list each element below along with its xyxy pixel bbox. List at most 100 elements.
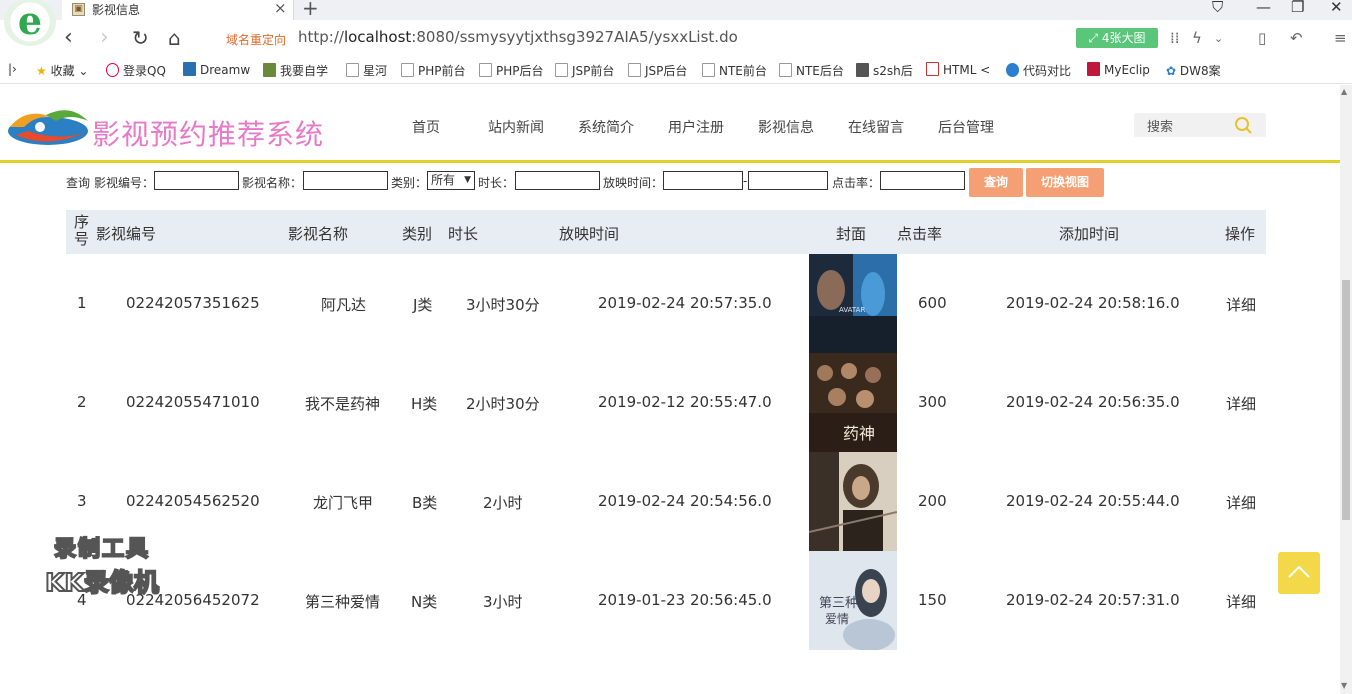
bookmark-item[interactable]: 代码对比	[1006, 62, 1071, 79]
back-to-top-button[interactable]	[1278, 552, 1320, 594]
bookmarks-toggle-icon[interactable]: |›	[8, 62, 17, 76]
bookmark-item[interactable]: JSP前台	[555, 62, 614, 79]
name-input[interactable]	[303, 171, 388, 190]
back-icon[interactable]: ‹	[64, 26, 73, 50]
page-icon	[628, 63, 641, 77]
bookmark-item[interactable]: ✿ DW8案	[1166, 62, 1221, 79]
switch-view-button[interactable]: 切换视图	[1026, 168, 1104, 197]
nav-register[interactable]: 用户注册	[668, 117, 724, 137]
menu-icon[interactable]: ≡	[1334, 29, 1347, 47]
cover-image-flying-swords[interactable]	[809, 452, 897, 551]
undo-icon[interactable]: ↶	[1290, 29, 1303, 47]
cell-name: 我不是药神	[305, 395, 381, 413]
svg-text:AVATAR: AVATAR	[839, 306, 865, 314]
browser-tab[interactable]: ▣ 影视信息 ×	[62, 0, 294, 20]
cell-name: 第三种爱情	[305, 593, 381, 611]
grid-icon[interactable]: ⁞⁞	[1170, 29, 1180, 47]
detail-link[interactable]: 详细	[1226, 492, 1256, 513]
minimize-icon[interactable]: —	[1256, 0, 1271, 16]
cell-category: B类	[412, 494, 438, 512]
bookmark-item[interactable]: JSP后台	[628, 62, 687, 79]
bookmark-item[interactable]: 星河	[346, 62, 387, 79]
bookmark-item[interactable]: MyEclip	[1087, 62, 1150, 77]
bookmark-item[interactable]: s2sh后	[856, 62, 913, 79]
expand-icon: ⤢	[1088, 31, 1102, 45]
nav-admin[interactable]: 后台管理	[938, 117, 994, 137]
bookmark-item[interactable]: PHP后台	[479, 62, 544, 79]
nav-movies[interactable]: 影视信息	[758, 117, 814, 137]
site-header: 影视预约推荐系统 首页 站内新闻 系统简介 用户注册 影视信息 在线留言 后台管…	[0, 85, 1340, 163]
qq-icon	[106, 63, 119, 77]
page-viewport: 影视预约推荐系统 首页 站内新闻 系统简介 用户注册 影视信息 在线留言 后台管…	[0, 85, 1340, 694]
shirt-icon[interactable]: ⛉	[1212, 0, 1223, 16]
cell-added: 2019-02-24 20:57:31.0	[1006, 591, 1180, 609]
table-row: 2 02242055471010 我不是药神 H类 2小时30分 2019-02…	[66, 353, 1266, 452]
search-icon[interactable]	[1234, 116, 1252, 134]
showtime-start-input[interactable]	[663, 171, 743, 190]
cover-image-dying-to-survive[interactable]: 药神	[809, 353, 897, 452]
home-icon[interactable]: ⌂	[168, 26, 181, 50]
bookmark-item[interactable]: Dreamw	[183, 62, 250, 77]
cell-added: 2019-02-24 20:58:16.0	[1006, 294, 1180, 312]
clicks-input[interactable]	[880, 171, 965, 190]
dropdown-arrow-icon: ▼	[464, 175, 471, 185]
reading-icon[interactable]: ▯	[1258, 29, 1266, 47]
duration-label: 时长：	[478, 176, 515, 190]
detail-link[interactable]: 详细	[1226, 591, 1256, 612]
close-window-icon[interactable]: ✕	[1330, 0, 1343, 16]
cell-duration: 2小时	[483, 494, 523, 512]
name-label: 影视名称：	[242, 176, 303, 190]
cell-category: J类	[413, 296, 433, 314]
tab-favicon-icon: ▣	[72, 3, 85, 16]
cell-clicks: 600	[918, 294, 947, 312]
cell-clicks: 300	[918, 393, 947, 411]
bookmark-item[interactable]: 登录QQ	[106, 62, 166, 79]
big-image-button[interactable]: ⤢ 4张大图	[1076, 28, 1158, 48]
scroll-up-icon[interactable]: ▲	[1341, 87, 1347, 96]
site-icon	[263, 63, 276, 77]
cover-image-third-love[interactable]: 第三种 爱情	[809, 551, 897, 650]
forward-icon[interactable]: ›	[100, 26, 109, 50]
showtime-end-input[interactable]	[748, 171, 828, 190]
browser-tab-bar: e ▣ 影视信息 × + ⛉ — ❐ ✕	[0, 0, 1352, 46]
bookmark-item[interactable]: NTE前台	[702, 62, 767, 79]
bookmark-item[interactable]: 我要自学	[263, 62, 328, 79]
category-select[interactable]: 所有 ▼	[427, 171, 475, 190]
col-seq: 序号	[74, 213, 90, 248]
table-row: 4 02242056452072 第三种爱情 N类 3小时 2019-01-23…	[66, 551, 1266, 650]
svg-text:药神: 药神	[843, 424, 875, 443]
chevron-down-icon[interactable]: ⌄	[1214, 32, 1223, 45]
nav-news[interactable]: 站内新闻	[488, 117, 544, 137]
duration-input[interactable]	[515, 171, 600, 190]
code-input[interactable]	[154, 171, 239, 190]
compare-icon	[1006, 63, 1019, 77]
lightning-icon[interactable]: ϟ	[1192, 29, 1202, 47]
restore-icon[interactable]: ❐	[1291, 0, 1304, 16]
html-icon	[926, 62, 939, 76]
col-duration: 时长	[448, 225, 479, 243]
browser-logo-icon: e	[4, 0, 56, 46]
url-field[interactable]: http://localhost:8080/ssmysyytjxthsg3927…	[298, 28, 738, 46]
page-scrollbar[interactable]: ▲ ▼	[1340, 85, 1352, 694]
col-category: 类别	[402, 225, 433, 243]
new-tab-icon[interactable]: +	[302, 0, 319, 20]
detail-link[interactable]: 详细	[1226, 294, 1256, 315]
tab-close-icon[interactable]: ×	[274, 0, 287, 17]
bookmark-item[interactable]: ★ 收藏 ⌄	[36, 62, 88, 79]
cell-clicks: 150	[918, 591, 947, 609]
cover-image-avatar[interactable]: AVATAR	[809, 254, 897, 353]
nav-home[interactable]: 首页	[412, 117, 440, 137]
nav-about[interactable]: 系统简介	[578, 117, 634, 137]
scroll-down-icon[interactable]: ▼	[1341, 681, 1347, 690]
bookmark-item[interactable]: HTML <	[926, 62, 990, 77]
cell-showtime: 2019-02-24 20:57:35.0	[598, 294, 772, 312]
scroll-thumb[interactable]	[1342, 280, 1350, 520]
bookmark-item[interactable]: PHP前台	[401, 62, 466, 79]
refresh-icon[interactable]: ↻	[132, 26, 149, 50]
bookmark-item[interactable]: NTE后台	[779, 62, 844, 79]
nav-messages[interactable]: 在线留言	[848, 117, 904, 137]
detail-link[interactable]: 详细	[1226, 393, 1256, 414]
search-button[interactable]: 查询	[969, 168, 1023, 197]
col-code: 影视编号	[96, 225, 157, 243]
site-search-box[interactable]: 搜索	[1134, 113, 1266, 137]
